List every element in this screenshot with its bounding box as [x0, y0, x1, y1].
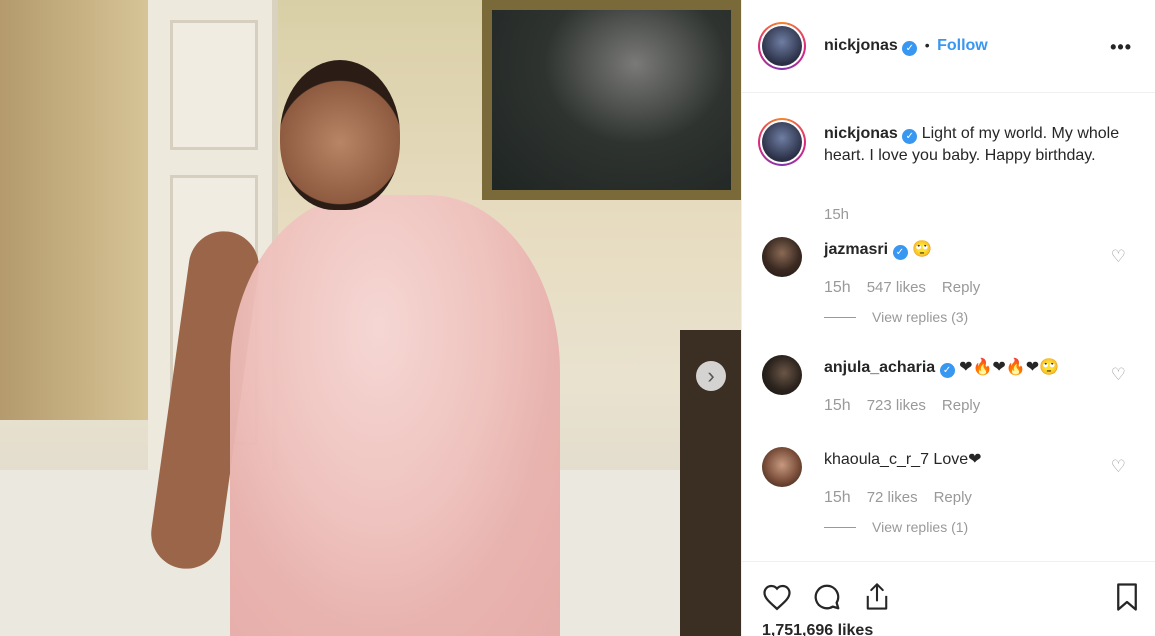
verified-badge-icon: ✓ — [902, 129, 918, 144]
comment-likes[interactable]: 72 likes — [867, 489, 918, 506]
commenter-avatar[interactable] — [762, 447, 802, 487]
comment-meta: 15h 547 likes Reply — [824, 279, 980, 297]
comment-line: anjula_acharia ✓ ❤🔥❤🔥❤🙄 — [824, 357, 1059, 378]
author-username[interactable]: nickjonas — [824, 37, 898, 54]
comment-line: jazmasri ✓ 🙄 — [824, 239, 932, 260]
follow-button[interactable]: Follow — [937, 37, 988, 54]
photo-subject — [146, 60, 610, 636]
replies-divider — [824, 316, 856, 318]
separator-dot: • — [924, 37, 930, 53]
comment-text: 🙄 — [911, 241, 932, 258]
commenter-username[interactable]: anjula_acharia — [824, 359, 935, 376]
view-replies-label[interactable]: View replies (3) — [872, 309, 968, 325]
comment-meta: 15h 723 likes Reply — [824, 397, 980, 415]
view-replies[interactable]: View replies (1) — [824, 519, 968, 535]
caption-timestamp[interactable]: 15h — [824, 206, 849, 223]
view-replies[interactable]: View replies (3) — [824, 309, 968, 325]
comment-meta: 15h 72 likes Reply — [824, 489, 972, 507]
photo-background-left — [0, 0, 150, 420]
comment-line: khaoula_c_r_7 Love❤ — [824, 449, 982, 469]
post-likes-count[interactable]: 1,751,696 likes — [762, 622, 873, 636]
comment-icon[interactable] — [810, 580, 844, 614]
commenter-username[interactable]: khaoula_c_r_7 — [824, 451, 929, 468]
view-replies-label[interactable]: View replies (1) — [872, 519, 968, 535]
post-header: nickjonas ✓ • Follow ••• — [742, 0, 1155, 93]
share-icon[interactable] — [860, 580, 894, 614]
reply-button[interactable]: Reply — [942, 279, 980, 296]
comment-like-icon[interactable]: ♡ — [1111, 365, 1126, 385]
comment-likes[interactable]: 723 likes — [867, 397, 926, 414]
comment-time[interactable]: 15h — [824, 397, 851, 415]
commenter-avatar[interactable] — [762, 237, 802, 277]
comment-text: Love❤ — [933, 451, 982, 468]
comment-likes[interactable]: 547 likes — [867, 279, 926, 296]
commenter-username[interactable]: jazmasri — [824, 241, 888, 258]
replies-divider — [824, 526, 856, 528]
commenter-avatar[interactable] — [762, 355, 802, 395]
comment-text: ❤🔥❤🔥❤🙄 — [959, 359, 1060, 376]
post-photo[interactable]: › — [0, 0, 741, 636]
comment-time[interactable]: 15h — [824, 489, 851, 507]
verified-badge-icon: ✓ — [902, 41, 918, 56]
comment-like-icon[interactable]: ♡ — [1111, 457, 1126, 477]
more-options-icon[interactable]: ••• — [1110, 37, 1132, 58]
reply-button[interactable]: Reply — [942, 397, 980, 414]
caption-username[interactable]: nickjonas — [824, 125, 898, 142]
comment-like-icon[interactable]: ♡ — [1111, 247, 1126, 267]
caption-avatar[interactable] — [758, 118, 806, 166]
author-avatar[interactable] — [758, 22, 806, 70]
chevron-right-icon: › — [707, 363, 715, 388]
post-sidebar: nickjonas ✓ • Follow ••• nickjonas ✓ Lig… — [741, 0, 1155, 636]
verified-badge-icon: ✓ — [939, 363, 955, 378]
comment-time[interactable]: 15h — [824, 279, 851, 297]
carousel-next-button[interactable]: › — [696, 361, 726, 391]
reply-button[interactable]: Reply — [934, 489, 972, 506]
verified-badge-icon: ✓ — [892, 245, 908, 260]
bookmark-icon[interactable] — [1110, 580, 1144, 614]
caption-text: nickjonas ✓ Light of my world. My whole … — [824, 123, 1124, 167]
post-actions: 1,751,696 likes — [742, 561, 1155, 636]
heart-icon[interactable] — [760, 580, 794, 614]
